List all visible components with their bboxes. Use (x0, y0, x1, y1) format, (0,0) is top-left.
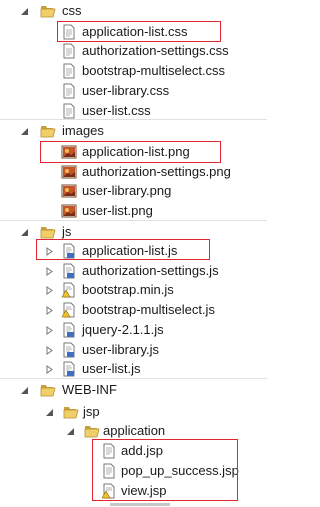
open-folder-icon (63, 404, 79, 420)
js-file-icon (61, 243, 77, 259)
file-label: user-list.css (82, 103, 151, 118)
file-label: view.jsp (121, 483, 167, 498)
folder-label: jsp (83, 404, 100, 419)
tree-file[interactable]: bootstrap.min.js (0, 280, 267, 300)
js-warning-file-icon (61, 302, 77, 318)
file-label: user-list.js (82, 361, 141, 376)
tree-file[interactable]: add.jsp (0, 441, 267, 461)
open-folder-icon (40, 224, 56, 240)
js-file-icon (61, 263, 77, 279)
tree-file[interactable]: view.jsp (0, 481, 267, 501)
file-label: user-library.js (82, 342, 160, 357)
folder-label: images (62, 123, 104, 138)
image-file-icon (61, 203, 77, 219)
tree-file[interactable]: user-list.css (0, 101, 267, 121)
tree-file[interactable]: bootstrap-multiselect.js (0, 300, 267, 320)
expand-arrow-icon[interactable] (66, 427, 75, 436)
js-warning-file-icon (61, 282, 77, 298)
tree-file[interactable]: user-library.js (0, 340, 267, 360)
tree-file[interactable]: application-list.js (0, 241, 267, 261)
tree-file[interactable]: authorization-settings.css (0, 41, 267, 61)
file-label: bootstrap-multiselect.js (82, 302, 215, 317)
tree-file[interactable]: user-library.png (0, 181, 267, 201)
collapsed-arrow-icon[interactable] (45, 267, 54, 276)
jsp-file-icon (101, 463, 117, 479)
collapsed-arrow-icon[interactable] (45, 247, 54, 256)
css-file-icon (61, 43, 77, 59)
tree-file[interactable]: jquery-2.1.1.js (0, 320, 267, 340)
tree-folder-css[interactable]: css (0, 0, 267, 22)
css-file-icon (61, 103, 77, 119)
open-folder-icon (40, 382, 56, 398)
file-label: pop_up_success.jsp (121, 463, 239, 478)
file-label: user-list.png (82, 203, 153, 218)
file-label: user-library.css (82, 83, 170, 98)
collapsed-arrow-icon[interactable] (45, 365, 54, 374)
js-file-icon (61, 322, 77, 338)
file-label: bootstrap-multiselect.css (82, 63, 226, 78)
file-label: add.jsp (121, 443, 163, 458)
jsp-file-icon (101, 443, 117, 459)
tree-file[interactable]: application-list.css (0, 22, 267, 42)
folder-label: css (62, 3, 82, 18)
tree-file[interactable]: authorization-settings.png (0, 162, 267, 182)
jsp-warning-file-icon (101, 483, 117, 499)
image-file-icon (61, 164, 77, 180)
image-file-icon (61, 144, 77, 160)
file-label: authorization-settings.png (82, 164, 231, 179)
file-label: application-list.css (82, 24, 188, 39)
tree-folder-web-inf[interactable]: WEB-INF (0, 379, 267, 401)
file-label: bootstrap.min.js (82, 282, 174, 297)
js-file-icon (61, 361, 77, 377)
image-file-icon (61, 183, 77, 199)
js-file-icon (61, 342, 77, 358)
cut-off-row (110, 499, 180, 507)
expand-arrow-icon[interactable] (20, 7, 29, 16)
file-label: authorization-settings.css (82, 43, 229, 58)
collapsed-arrow-icon[interactable] (45, 326, 54, 335)
tree-folder-images[interactable]: images (0, 120, 267, 142)
file-label: application-list.png (82, 144, 190, 159)
open-folder-icon (40, 3, 56, 19)
file-label: application-list.js (82, 243, 178, 258)
tree-folder-js[interactable]: js (0, 221, 267, 243)
file-label: jquery-2.1.1.js (82, 322, 164, 337)
tree-file[interactable]: user-list.js (0, 359, 267, 379)
tree-file[interactable]: pop_up_success.jsp (0, 461, 267, 481)
folder-label: js (62, 224, 72, 239)
expand-arrow-icon[interactable] (20, 228, 29, 237)
folder-label: WEB-INF (62, 382, 117, 397)
tree-folder-application[interactable]: application (0, 420, 267, 442)
folder-label: application (103, 423, 166, 438)
open-folder-icon (40, 123, 56, 139)
css-file-icon (61, 24, 77, 40)
tree-file[interactable]: bootstrap-multiselect.css (0, 61, 267, 81)
tree-file[interactable]: application-list.png (0, 142, 267, 162)
expand-arrow-icon[interactable] (20, 386, 29, 395)
expand-arrow-icon[interactable] (45, 408, 54, 417)
collapsed-arrow-icon[interactable] (45, 286, 54, 295)
css-file-icon (61, 83, 77, 99)
open-folder-icon (84, 423, 100, 439)
file-label: user-library.png (82, 183, 172, 198)
tree-file[interactable]: user-list.png (0, 201, 267, 221)
file-label: authorization-settings.js (82, 263, 219, 278)
collapsed-arrow-icon[interactable] (45, 306, 54, 315)
expand-arrow-icon[interactable] (20, 127, 29, 136)
tree-file[interactable]: authorization-settings.js (0, 261, 267, 281)
collapsed-arrow-icon[interactable] (45, 346, 54, 355)
tree-file[interactable]: user-library.css (0, 81, 267, 101)
css-file-icon (61, 63, 77, 79)
